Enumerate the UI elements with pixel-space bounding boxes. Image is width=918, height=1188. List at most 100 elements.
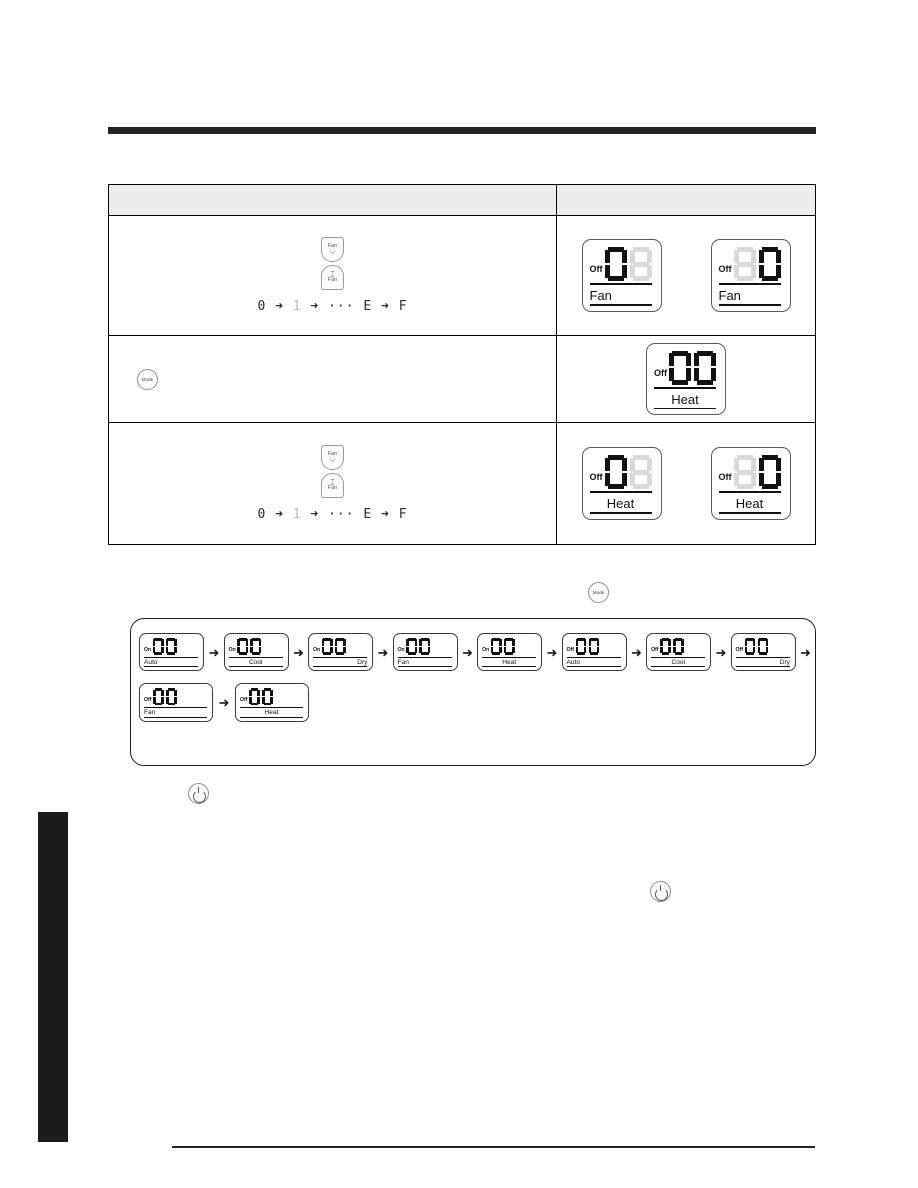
row3-display-cell: Off Heat Off Heat (556, 422, 816, 545)
fan-up-button[interactable]: ⌶ Fan (321, 265, 344, 290)
lcd-display: Off Fan (710, 239, 791, 312)
display-pair: Off Heat Off Heat (557, 447, 815, 520)
lcd-mode-label: Heat (606, 496, 635, 511)
seven-segment-digit (575, 638, 587, 655)
seq-start: 0 (257, 507, 267, 522)
mode-button[interactable]: Mode (588, 582, 609, 603)
lcd-display-mini: Off Fan (139, 683, 213, 722)
lcd-mode-label: Dry (779, 658, 790, 666)
footer-rule (172, 1146, 815, 1148)
fan-up-button[interactable]: ⌶ Fan (321, 473, 344, 498)
table-row: Mode Off Heat (108, 335, 816, 423)
mode-button-label: Mode (141, 376, 154, 382)
lcd-divider (144, 656, 199, 658)
lcd-divider (482, 656, 537, 658)
table-header-row (108, 184, 816, 216)
seven-segment-digit (604, 455, 627, 490)
chevron-down-icon: ⌵ (329, 247, 336, 257)
lcd-onoff-indicator: Off (654, 367, 667, 378)
flow-arrow-icon: ➜ (218, 695, 230, 711)
lcd-digits (237, 638, 262, 655)
flow-row-primary: On Auto ➜ On Cool ➜ On Dry ➜ On Fan ➜ On Heat ➜ Off Auto… (131, 633, 815, 672)
fan-down-button[interactable]: Fan ⌵ (321, 237, 344, 262)
power-button-lower[interactable] (650, 881, 671, 902)
lcd-divider (240, 706, 303, 709)
lcd-divider (589, 491, 652, 493)
flow-arrow-icon: ➜ (293, 644, 304, 660)
lcd-divider-lower (735, 666, 790, 668)
lcd-display-mini: On Cool (223, 633, 289, 672)
table-row: Fan ⌵ ⌶ Fan 0 ➜ 1 ➜ ··· E ➜ F (108, 215, 816, 336)
seven-segment-digit (503, 638, 515, 655)
seven-segment-digit (153, 688, 164, 706)
seven-segment-digit (694, 350, 716, 385)
lcd-divider-lower (228, 666, 283, 668)
fan-up-button-label: Fan (327, 484, 338, 491)
table-header-left (108, 184, 557, 216)
lcd-mode-label: Auto (144, 658, 158, 666)
lcd-onoff-indicator: Off (589, 264, 603, 275)
fan-down-button[interactable]: Fan ⌵ (321, 445, 344, 470)
fan-button-group: Fan ⌵ ⌶ Fan (109, 237, 556, 290)
lcd-display-mini: Off Cool (646, 633, 712, 672)
lcd-mode-label: Heat (264, 709, 279, 717)
lcd-display-mini: On Dry (308, 633, 374, 672)
lcd-divider (566, 656, 621, 658)
flow-arrow-icon: ➜ (377, 644, 389, 660)
lcd-digits (321, 638, 346, 655)
lcd-divider-lower (589, 512, 652, 514)
seven-segment-digit (758, 455, 781, 490)
seq-arrow-1: ➜ (275, 507, 284, 522)
lcd-divider (228, 656, 283, 658)
lcd-mode-label: Dry (357, 658, 368, 666)
seq-second-last: E (363, 507, 373, 522)
seven-segment-digit (165, 638, 177, 655)
row2-instruction-cell: Mode (108, 335, 557, 423)
seven-segment-digit (733, 247, 756, 282)
table-row: Fan ⌵ ⌶ Fan 0 ➜ 1 ➜ ··· E ➜ F (108, 422, 816, 545)
mode-button[interactable]: Mode (137, 368, 158, 390)
seq-start: 0 (257, 299, 267, 314)
power-icon (193, 787, 204, 799)
lcd-onoff-indicator: Off (718, 264, 732, 275)
lcd-display: Off Fan (581, 239, 662, 312)
lcd-divider (654, 386, 716, 389)
lcd-digits (669, 350, 716, 385)
lcd-divider-lower (240, 716, 303, 718)
flow-arrow-icon: ➜ (208, 644, 220, 660)
seven-segment-digit (673, 638, 684, 655)
seq-last: F (398, 507, 408, 522)
page-side-tab (38, 812, 68, 1142)
lcd-display-mini: Off Auto (561, 633, 627, 672)
lcd-mode-label: Fan (397, 658, 409, 666)
seven-segment-digit (250, 638, 262, 655)
lcd-onoff-indicator: On (228, 646, 236, 653)
seven-segment-digit (744, 638, 756, 655)
seq-arrow-3: ➜ (381, 299, 390, 314)
seq-arrow-2: ➜ (310, 507, 320, 522)
lcd-digits (490, 638, 515, 655)
lcd-display-mini: On Auto (139, 633, 205, 672)
lcd-onoff-indicator: Off (144, 696, 152, 703)
lcd-mode-label: Cool (671, 658, 686, 666)
lcd-digits (744, 638, 769, 655)
lcd-divider-lower (589, 304, 652, 306)
lcd-divider (313, 656, 368, 658)
lcd-divider-lower (397, 666, 452, 668)
lcd-divider-lower (718, 304, 781, 306)
seven-segment-digit (669, 350, 691, 385)
mode-button-label: Mode (592, 590, 605, 595)
power-button-upper-wrapper (188, 783, 209, 804)
seven-segment-digit (237, 638, 249, 655)
instruction-table: Fan ⌵ ⌶ Fan 0 ➜ 1 ➜ ··· E ➜ F Off Fan Of… (108, 184, 816, 545)
lcd-onoff-indicator: Off (735, 646, 744, 653)
power-button-upper[interactable] (188, 783, 209, 804)
seven-segment-digit (757, 638, 769, 655)
lcd-divider-lower (718, 512, 781, 514)
lcd-divider-lower (566, 666, 621, 668)
lcd-onoff-indicator: On (482, 646, 490, 653)
row3-instruction-cell: Fan ⌵ ⌶ Fan 0 ➜ 1 ➜ ··· E ➜ F (108, 422, 557, 545)
seven-segment-digit (629, 455, 652, 490)
flow-arrow-icon: ➜ (800, 644, 811, 660)
row1-display-cell: Off Fan Off Fan (556, 215, 816, 336)
